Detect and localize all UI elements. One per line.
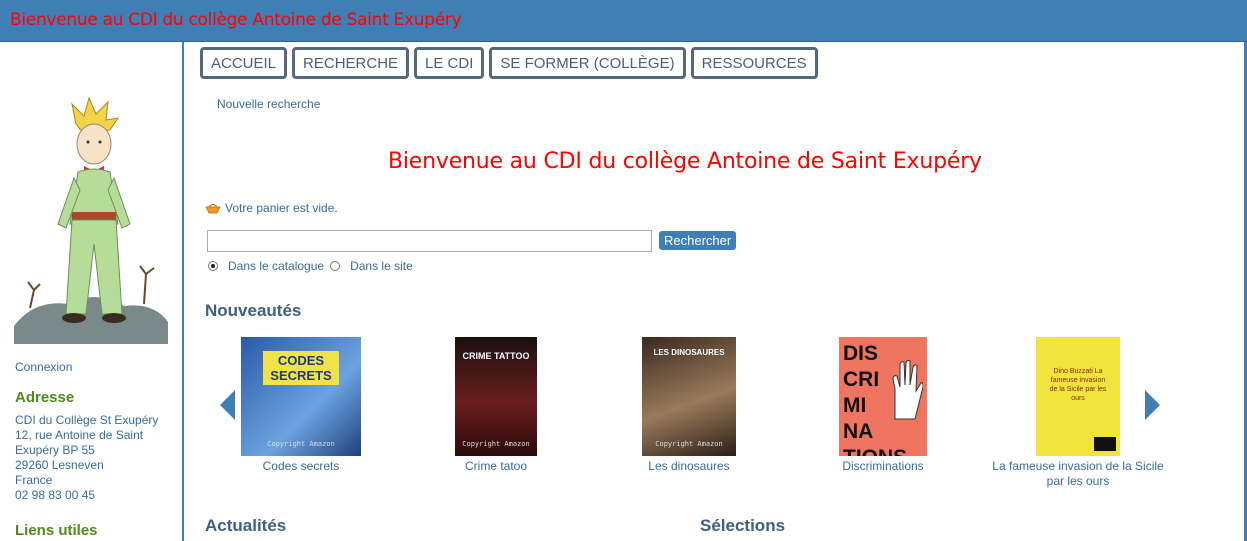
book-cover[interactable]: DIS CRI MI NA TIONS [839, 337, 927, 456]
tab-se-former[interactable]: SE FORMER (COLLÈGE) [489, 47, 686, 79]
sidebar: Connexion Adresse CDI du Collège St Exup… [0, 42, 184, 541]
scope-catalog-radio[interactable] [208, 261, 218, 271]
publisher-logo [1094, 437, 1116, 451]
search-scope: Dans le catalogue Dans le site [208, 259, 419, 273]
basket-icon [205, 204, 221, 214]
tab-ressources[interactable]: RESSOURCES [690, 47, 818, 79]
book-title[interactable]: La fameuse invasion de la Sicile par les… [985, 459, 1171, 489]
address-line: 12, rue Antoine de Saint Exupéry BP 55 [15, 428, 144, 457]
tab-accueil[interactable]: ACCUEIL [200, 47, 288, 79]
book-title[interactable]: Les dinosaures [630, 459, 748, 474]
cover-text: CODES SECRETS [263, 351, 339, 385]
login-link[interactable]: Connexion [15, 360, 72, 374]
new-items-title: Nouveautés [205, 301, 302, 320]
scope-site-label: Dans le site [350, 259, 413, 273]
address-line: CDI du Collège St Exupéry [15, 413, 159, 427]
page-title: Bienvenue au CDI du collège Antoine de S… [388, 149, 982, 174]
book-cover[interactable]: CRIME TATTOO Copyright Amazon [455, 337, 537, 456]
book-card[interactable]: DIS CRI MI NA TIONS Discriminations [826, 337, 940, 474]
cover-text: LES DINOSAURES [653, 348, 725, 357]
site-header: Bienvenue au CDI du collège Antoine de S… [0, 0, 1247, 42]
book-title[interactable]: Crime tatoo [436, 459, 556, 474]
address-block: CDI du Collège St Exupéry 12, rue Antoin… [15, 413, 175, 503]
cover-watermark: Copyright Amazon [462, 440, 530, 448]
cart-status: Votre panier est vide. [205, 201, 338, 215]
book-card[interactable]: Dino Buzzati La fameuse invasion de la S… [985, 337, 1171, 489]
site-title: Bienvenue au CDI du collège Antoine de S… [10, 10, 462, 30]
book-card[interactable]: LES DINOSAURES Copyright Amazon Les dino… [630, 337, 748, 474]
address-line: 29260 Lesneven [15, 458, 104, 472]
cover-watermark: Copyright Amazon [655, 440, 723, 448]
news-title: Actualités [205, 516, 287, 535]
address-line: 02 98 83 00 45 [15, 488, 96, 502]
cover-text: Dino Buzzati La fameuse invasion de la S… [1049, 368, 1107, 402]
book-card[interactable]: CODES SECRETS Copyright Amazon Codes sec… [230, 337, 372, 474]
selections-title: Sélections [700, 516, 786, 535]
address-line: France [15, 473, 53, 487]
tab-recherche[interactable]: RECHERCHE [292, 47, 410, 79]
hand-icon [892, 359, 923, 420]
tab-le-cdi[interactable]: LE CDI [414, 47, 485, 79]
little-prince-illustration [14, 96, 168, 344]
book-title[interactable]: Discriminations [826, 459, 940, 474]
useful-links-title: Liens utiles [15, 522, 98, 539]
book-cover[interactable]: LES DINOSAURES Copyright Amazon [642, 337, 736, 456]
cover-watermark: Copyright Amazon [267, 440, 335, 448]
book-card[interactable]: CRIME TATTOO Copyright Amazon Crime tato… [436, 337, 556, 474]
new-search-link[interactable]: Nouvelle recherche [217, 97, 320, 111]
scope-catalog-label: Dans le catalogue [228, 259, 325, 273]
search-button[interactable]: Rechercher [659, 231, 737, 250]
address-title: Adresse [15, 389, 75, 406]
scope-site-radio[interactable] [330, 261, 341, 271]
cover-text: CRIME TATTOO [462, 351, 530, 361]
book-cover[interactable]: CODES SECRETS Copyright Amazon [241, 337, 361, 456]
main-nav: ACCUEIL RECHERCHE LE CDI SE FORMER (COLL… [200, 47, 818, 79]
book-cover[interactable]: Dino Buzzati La fameuse invasion de la S… [1036, 337, 1120, 456]
book-title[interactable]: Codes secrets [230, 459, 372, 474]
search-input[interactable] [207, 230, 652, 252]
cart-status-text: Votre panier est vide. [225, 201, 338, 215]
